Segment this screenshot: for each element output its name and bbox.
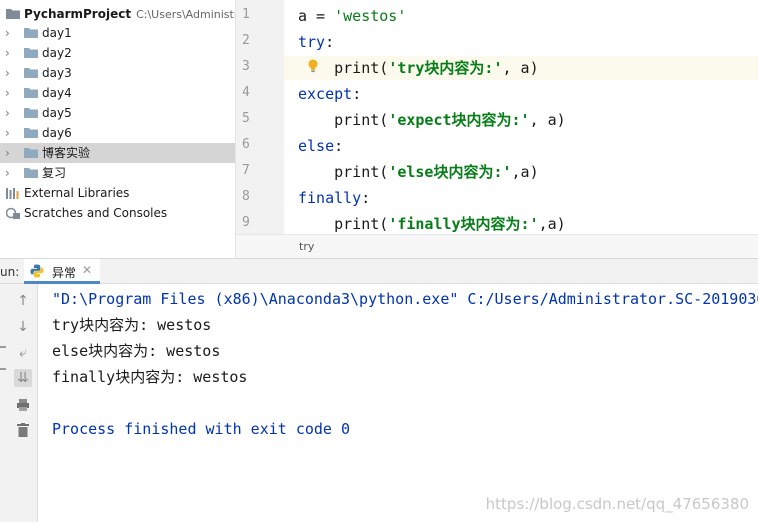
project-root-name: PycharmProject <box>24 7 132 21</box>
run-tool-window-header: un: 异常 ✕ <box>0 258 758 284</box>
tree-item-label: day2 <box>42 46 72 60</box>
line-number: 4 <box>242 85 250 100</box>
chevron-right-icon[interactable]: › <box>5 26 17 40</box>
code-line-5: print('expect块内容为:', a) <box>334 111 566 129</box>
tree-item-label: 博客实验 <box>42 146 91 160</box>
tree-item-review[interactable]: › 复习 <box>0 163 235 183</box>
run-tab-label: 异常 <box>52 266 77 280</box>
console-line: Process finished with exit code 0 <box>52 420 351 438</box>
code-line-8: finally: <box>298 189 371 207</box>
line-number: 6 <box>242 137 250 152</box>
chevron-right-icon[interactable]: › <box>5 126 17 140</box>
chevron-right-icon[interactable]: › <box>5 106 17 120</box>
trash-icon[interactable] <box>14 421 32 439</box>
folder-icon <box>6 9 20 19</box>
close-icon[interactable]: ✕ <box>82 263 92 277</box>
folder-icon <box>24 148 38 158</box>
tree-item-label: day6 <box>42 126 72 140</box>
code-line-7: print('else块内容为:',a) <box>334 163 539 181</box>
folder-icon <box>24 108 38 118</box>
chevron-right-icon[interactable]: › <box>5 86 17 100</box>
folder-icon <box>24 48 38 58</box>
folder-icon <box>24 68 38 78</box>
arrow-up-icon[interactable]: ↑ <box>14 292 32 310</box>
tree-item-label: Scratches and Consoles <box>24 206 168 220</box>
folder-icon <box>24 128 38 138</box>
console-line: else块内容为: westos <box>52 342 221 360</box>
line-number: 1 <box>242 7 250 22</box>
tree-item-label: day5 <box>42 106 72 120</box>
run-toolbar: ↑ ↓ ⤶ ⇊ <box>0 284 38 522</box>
tree-item-label: day3 <box>42 66 72 80</box>
tree-item-label: External Libraries <box>24 186 130 200</box>
folder-icon <box>24 168 38 178</box>
scroll-to-end-icon[interactable]: ⇊ <box>14 369 32 387</box>
project-root[interactable]: PycharmProject C:\Users\Administr <box>0 4 235 24</box>
line-number: 7 <box>242 163 250 178</box>
console-line: finally块内容为: westos <box>52 368 248 386</box>
watermark: https://blog.csdn.net/qq_47656380 <box>485 495 749 513</box>
print-icon[interactable] <box>14 396 32 414</box>
project-tree: PycharmProject C:\Users\Administr › day1 … <box>0 0 235 258</box>
tick-mark <box>0 368 6 370</box>
code-line-4: except: <box>298 85 362 103</box>
line-number: 5 <box>242 111 250 126</box>
soft-wrap-icon[interactable]: ⤶ <box>14 344 32 362</box>
tree-item-label: 复习 <box>42 166 67 180</box>
console-line: try块内容为: westos <box>52 316 212 334</box>
console-line: "D:\Program Files (x86)\Anaconda3\python… <box>52 290 758 308</box>
code-line-2: try: <box>298 33 335 51</box>
tree-item-label: day1 <box>42 26 72 40</box>
line-number: 3 <box>242 59 250 74</box>
breadcrumb-item[interactable]: try <box>299 240 314 253</box>
code-line-6: else: <box>298 137 344 155</box>
line-number: 8 <box>242 189 250 204</box>
code-editor[interactable]: 1 2 3 4 5 6 7 8 9 a = 'westos' try: prin… <box>235 0 758 258</box>
tree-item-day3[interactable]: › day3 <box>0 63 235 83</box>
tree-item-external-libraries[interactable]: External Libraries <box>0 183 235 203</box>
folder-icon <box>24 28 38 38</box>
folder-icon <box>24 88 38 98</box>
run-tab[interactable]: 异常 ✕ <box>24 259 100 284</box>
breadcrumb: try <box>236 234 758 258</box>
line-number: 9 <box>242 215 250 230</box>
tree-item-scratches[interactable]: Scratches and Consoles <box>0 203 235 223</box>
chevron-right-icon[interactable]: › <box>5 146 17 160</box>
tree-item-day5[interactable]: › day5 <box>0 103 235 123</box>
run-label: un: <box>0 265 20 279</box>
tree-item-day6[interactable]: › day6 <box>0 123 235 143</box>
tree-item-day4[interactable]: › day4 <box>0 83 235 103</box>
library-icon <box>6 188 19 199</box>
console-output[interactable]: "D:\Program Files (x86)\Anaconda3\python… <box>39 284 758 522</box>
tree-item-day1[interactable]: › day1 <box>0 23 235 43</box>
tree-item-day2[interactable]: › day2 <box>0 43 235 63</box>
python-icon <box>30 264 44 278</box>
line-number: 2 <box>242 33 250 48</box>
chevron-right-icon[interactable]: › <box>5 66 17 80</box>
code-line-1: a = 'westos' <box>298 7 407 25</box>
tick-mark <box>0 346 6 348</box>
scratches-icon <box>6 207 20 219</box>
tree-item-blog-experiment[interactable]: › 博客实验 <box>0 143 235 163</box>
code-line-3: print('try块内容为:', a) <box>334 59 539 77</box>
chevron-right-icon[interactable]: › <box>5 46 17 60</box>
arrow-down-icon[interactable]: ↓ <box>14 318 32 336</box>
code-line-9: print('finally块内容为:',a) <box>334 215 566 233</box>
tree-item-label: day4 <box>42 86 72 100</box>
project-root-path: C:\Users\Administr <box>136 8 235 21</box>
chevron-right-icon[interactable]: › <box>5 166 17 180</box>
